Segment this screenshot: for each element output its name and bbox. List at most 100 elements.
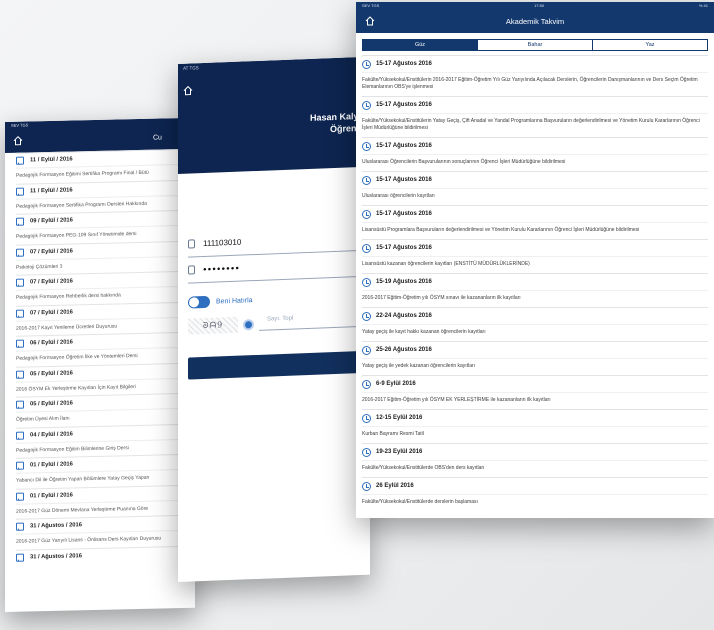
event-date-text: 6-9 Eylül 2016 — [376, 381, 416, 387]
event-date-text: 15-17 Ağustos 2016 — [376, 143, 432, 149]
remember-me-toggle[interactable] — [188, 295, 210, 309]
clock-icon — [362, 447, 371, 457]
remember-me-label: Beni Hatırla — [216, 296, 253, 306]
calendar-header: SEV TGS 17:50 % 41 Akademik Takvim — [356, 2, 714, 33]
login-header: AT TGS Hasan Kalyo Öğrenci — [178, 56, 370, 175]
announcement-date-text: 31 / Ağustos / 2016 — [30, 552, 82, 560]
event-date-text: 15-17 Ağustos 2016 — [376, 177, 432, 183]
clock-icon — [362, 209, 371, 219]
student-number-value: 111103010 — [203, 237, 242, 249]
event-description: Uluslararası Öğrencilerin Başvurularının… — [362, 154, 708, 171]
event-date: 15-17 Ağustos 2016 — [362, 239, 708, 256]
event-date-text: 26 Eylül 2016 — [376, 483, 414, 489]
event-description: Lisansüstü kazanan öğrencilerin kayıtlar… — [362, 256, 708, 273]
announcement-list: 11 / Eylül / 2016 Pedagojik Formasyon Eği… — [5, 148, 195, 565]
speech-bubble-icon — [16, 339, 24, 348]
home-icon[interactable] — [13, 135, 23, 146]
event-description: Fakülte/Yüksekokul/Enstitülerde dersleri… — [362, 494, 708, 511]
clock-icon — [362, 141, 371, 151]
clock-icon — [362, 481, 371, 491]
event-date-text: 19-23 Eylül 2016 — [376, 449, 423, 455]
tab-2[interactable]: Yaz — [593, 40, 707, 50]
password-field[interactable]: ●●●●●●●● — [188, 251, 360, 284]
speech-bubble-icon — [16, 248, 24, 257]
semester-tabs: Güz Bahar Yaz — [362, 39, 708, 51]
home-icon[interactable] — [183, 85, 193, 96]
status-battery: % 41 — [698, 3, 708, 8]
announcements-screen: SEV TGS Cu 11 / Eylül / 2016 Pedagojik Fo… — [5, 117, 195, 612]
event-date: 15-19 Ağustos 2016 — [362, 273, 708, 290]
announcement-date-text: 01 / Eylül / 2016 — [30, 461, 73, 469]
announcement-date-text: 11 / Eylül / 2016 — [30, 186, 73, 194]
event-date: 19-23 Eylül 2016 — [362, 443, 708, 460]
event-date-text: 15-17 Ağustos 2016 — [376, 245, 432, 251]
clock-icon — [362, 345, 371, 355]
announcement-date-text: 01 / Eylül / 2016 — [30, 491, 73, 499]
announcement-date-text: 07 / Eylül / 2016 — [30, 278, 73, 286]
home-icon[interactable] — [365, 16, 375, 26]
page-title: Akademik Takvim — [505, 16, 565, 26]
event-date-text: 15-17 Ağustos 2016 — [376, 102, 432, 108]
clock-icon — [362, 175, 371, 185]
user-icon — [188, 239, 195, 249]
event-date: 6-9 Eylül 2016 — [362, 375, 708, 392]
event-date-text: 25-26 Ağustos 2016 — [376, 347, 432, 353]
event-description: Fakülte/Yüksekokul/Enstitülerde OBS'den … — [362, 460, 708, 477]
captcha-image: ᘐᗩ9 — [188, 316, 238, 335]
event-date: 15-17 Ağustos 2016 — [362, 137, 708, 154]
event-date-text: 15-17 Ağustos 2016 — [376, 61, 432, 67]
event-description: Fakülte/Yüksekokul/Enstitülerin Yatay Ge… — [362, 113, 708, 137]
event-description: Lisansüstü Programlara Başvuruların değe… — [362, 222, 708, 239]
event-description: Kurban Bayramı Resmi Tatil — [362, 426, 708, 443]
announcement-date-text: 09 / Eylül / 2016 — [30, 217, 73, 225]
announcement-date[interactable]: 31 / Ağustos / 2016 — [16, 545, 185, 565]
announcement-date-text: 07 / Eylül / 2016 — [30, 308, 73, 316]
speech-bubble-icon — [16, 553, 24, 562]
speech-bubble-icon — [16, 400, 24, 409]
login-screen: AT TGS Hasan Kalyo Öğrenci 111103010 ●●●… — [178, 56, 370, 583]
clock-icon — [362, 413, 371, 423]
speech-bubble-icon — [16, 492, 24, 501]
announcement-date-text: 05 / Eylül / 2016 — [30, 369, 73, 377]
event-description: Uluslararası öğrencilerin kayıtları — [362, 188, 708, 205]
speech-bubble-icon — [16, 156, 24, 165]
refresh-captcha-icon[interactable] — [243, 318, 254, 331]
announcement-date-text: 04 / Eylül / 2016 — [30, 430, 73, 438]
academic-calendar-screen: SEV TGS 17:50 % 41 Akademik Takvim Güz Ba… — [356, 2, 714, 518]
status-carrier: SEV TGS — [362, 3, 380, 8]
event-date: 12-15 Eylül 2016 — [362, 409, 708, 426]
speech-bubble-icon — [16, 522, 24, 531]
announcement-date-text: 06 / Eylül / 2016 — [30, 339, 73, 347]
event-description: 2016-2017 Eğitim-Öğretim yılı ÖSYM EK YE… — [362, 392, 708, 409]
event-date: 15-17 Ağustos 2016 — [362, 96, 708, 113]
event-date-text: 22-24 Ağustos 2016 — [376, 313, 432, 319]
status-time: 17:50 — [534, 3, 545, 8]
announcement-date-text: 05 / Eylül / 2016 — [30, 400, 73, 408]
event-description: Yatay geçiş ile kayıt hakkı kazanan öğre… — [362, 324, 708, 341]
login-button[interactable] — [188, 351, 360, 380]
page-title: Cu — [153, 133, 162, 142]
status-carrier: AT TGS — [183, 65, 199, 71]
announcement-date-text: 11 / Eylül / 2016 — [30, 156, 73, 164]
event-date: 26 Eylül 2016 — [362, 477, 708, 494]
tab-1[interactable]: Bahar — [478, 40, 593, 50]
speech-bubble-icon — [16, 309, 24, 318]
calendar-event-list: 15-17 Ağustos 2016 Fakülte/Yüksekokul/Ens… — [356, 55, 714, 511]
event-date-text: 15-17 Ağustos 2016 — [376, 211, 432, 217]
event-date: 15-17 Ağustos 2016 — [362, 171, 708, 188]
announcement-date-text: 31 / Ağustos / 2016 — [30, 522, 82, 530]
speech-bubble-icon — [16, 431, 24, 440]
speech-bubble-icon — [16, 217, 24, 226]
announcement-date-text: 07 / Eylül / 2016 — [30, 247, 73, 255]
clock-icon — [362, 59, 371, 69]
tab-0[interactable]: Güz — [363, 40, 478, 50]
captcha-input[interactable]: Sayı. Topl — [259, 313, 360, 331]
event-date-text: 12-15 Eylül 2016 — [376, 415, 423, 421]
event-description: Fakülte/Yüksekokul/Enstitülerin 2016-201… — [362, 72, 708, 96]
speech-bubble-icon — [16, 278, 24, 287]
clock-icon — [362, 379, 371, 389]
event-description: Yatay geçiş ile yedek kazanan öğrenciler… — [362, 358, 708, 375]
announcements-header: SEV TGS Cu — [5, 117, 195, 153]
event-date-text: 15-19 Ağustos 2016 — [376, 279, 432, 285]
speech-bubble-icon — [16, 461, 24, 470]
